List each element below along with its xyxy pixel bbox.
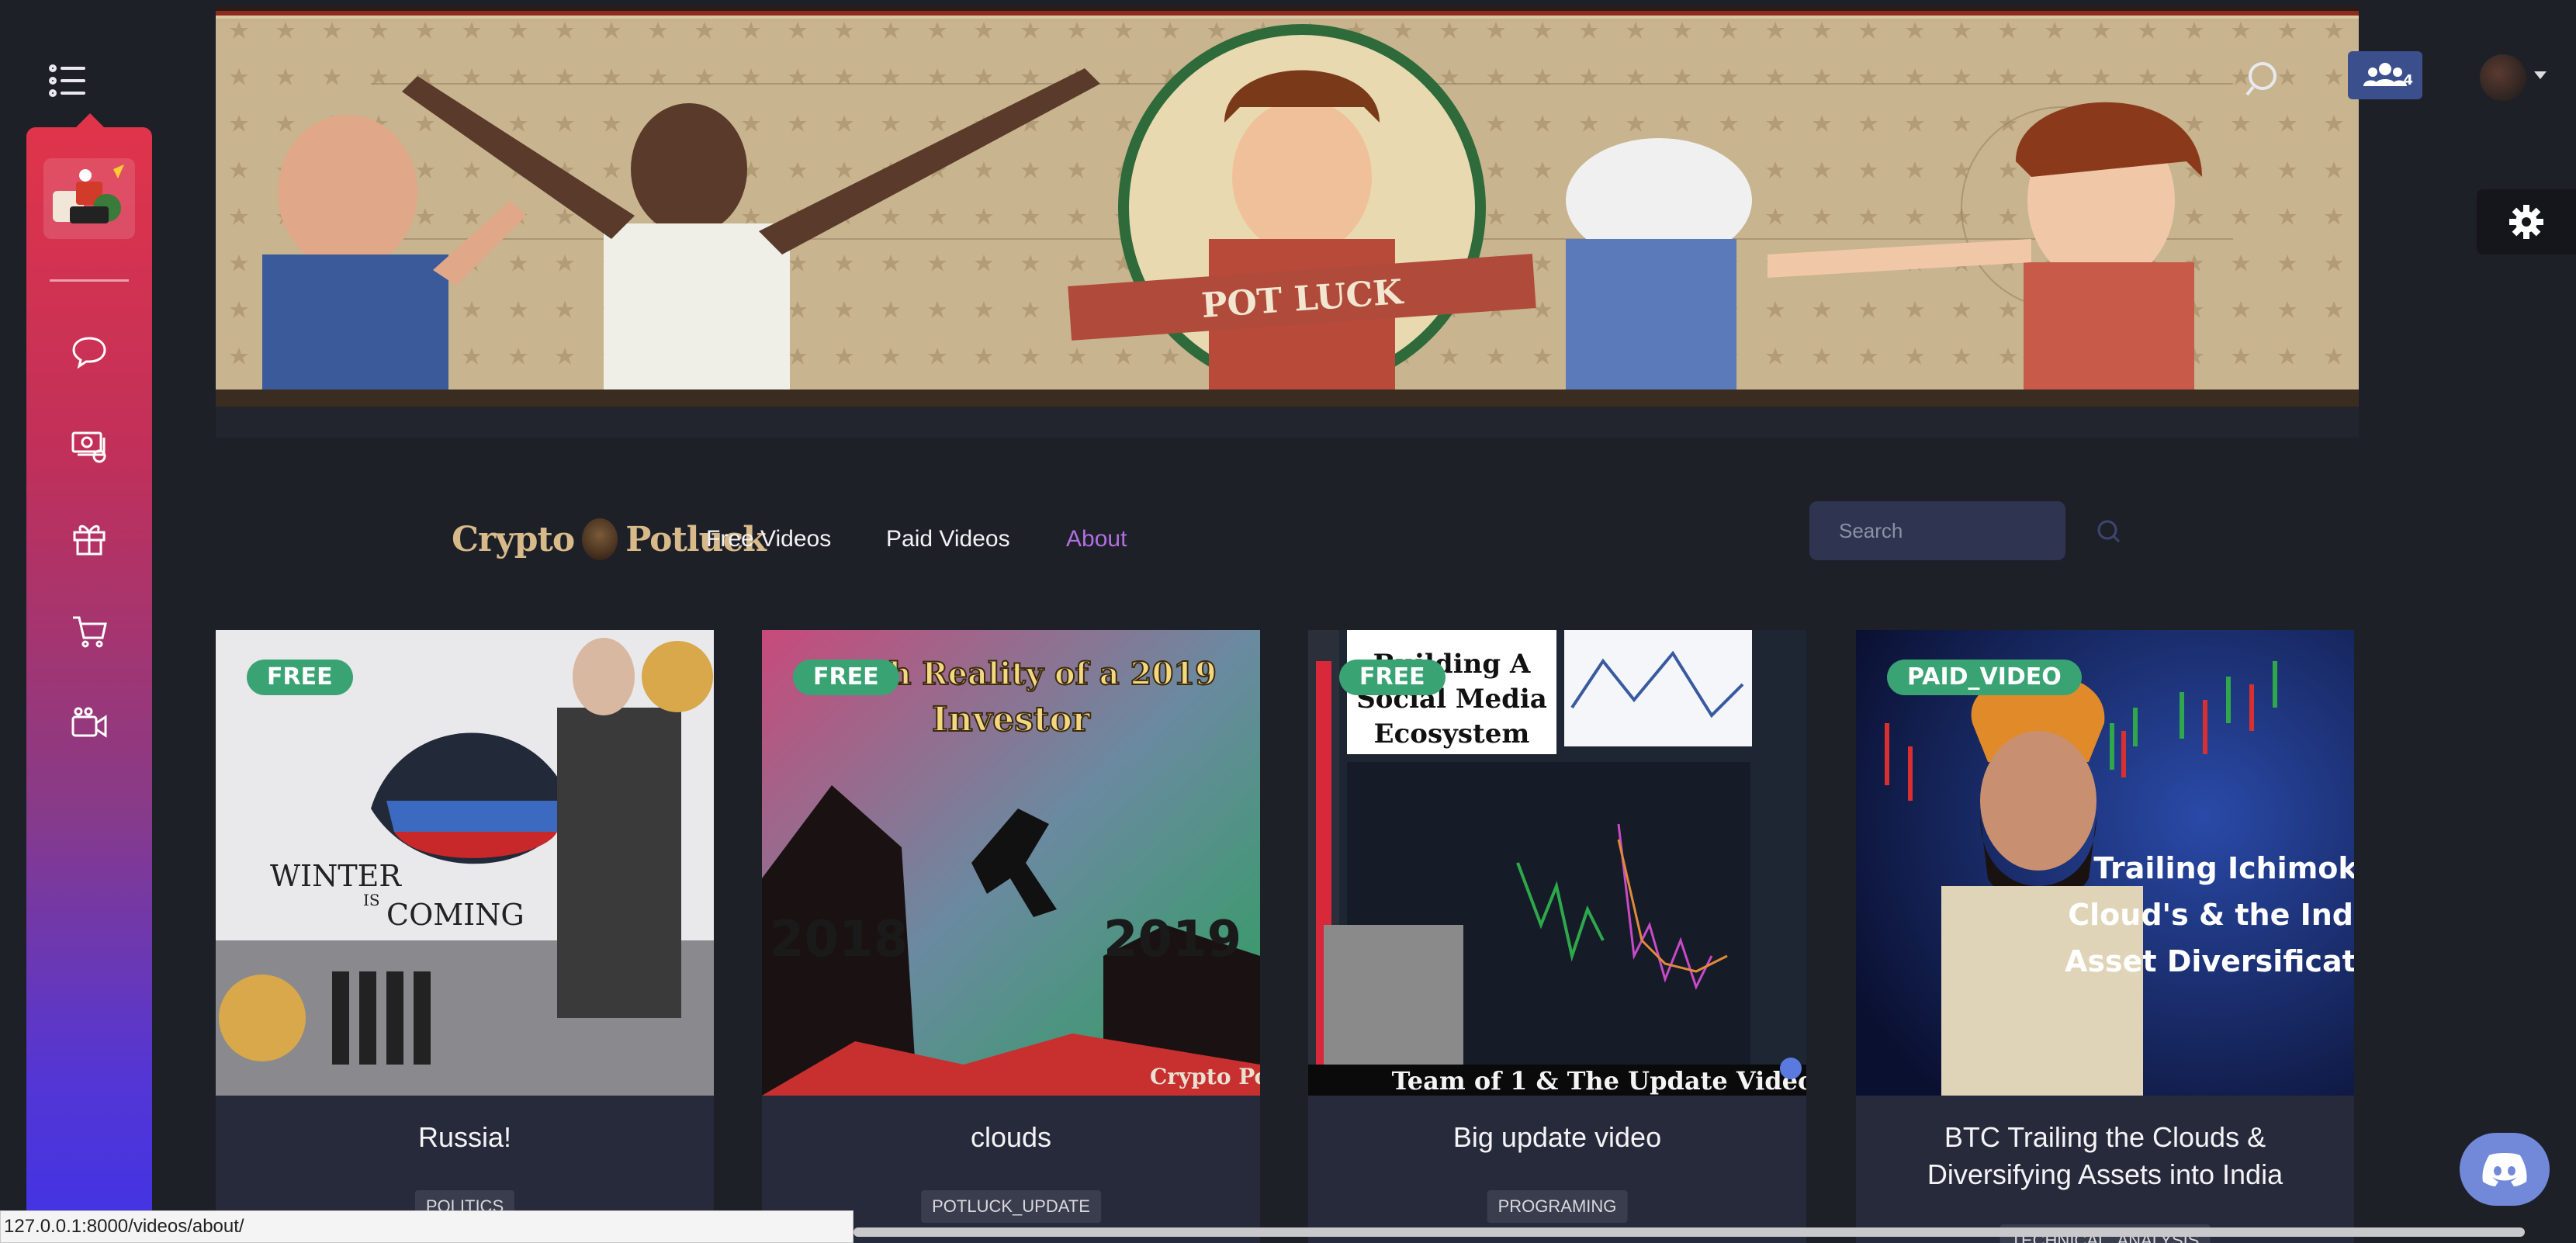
- video-thumbnail[interactable]: Building A Social Media Ecosystem Team o…: [1308, 630, 1806, 1096]
- thumb-text: Cloud's & the Indian: [2068, 898, 2354, 932]
- free-badge: FREE: [1339, 660, 1446, 695]
- paid-video-badge: PAID_VIDEO: [1887, 660, 2082, 695]
- nav-about[interactable]: About: [1066, 526, 1127, 552]
- settings-button[interactable]: [2477, 189, 2576, 254]
- browser-status-url: 127.0.0.1:8000/videos/about/: [0, 1210, 853, 1243]
- sidebar-divider: [50, 279, 129, 282]
- video-camera-icon[interactable]: [70, 705, 109, 743]
- thumb-text: Investor: [932, 700, 1091, 739]
- chevron-down-icon[interactable]: [2534, 71, 2547, 79]
- cart-icon[interactable]: [70, 611, 109, 650]
- gift-icon[interactable]: [70, 518, 109, 557]
- thumb-text: COMING: [386, 898, 525, 932]
- video-card[interactable]: WINTER IS COMING FREE Russia! POLITICS: [216, 630, 714, 1243]
- thumb-text: WINTER: [270, 859, 402, 893]
- avatar[interactable]: [2480, 54, 2526, 101]
- thumb-text: Asset Diversification: [2065, 944, 2354, 978]
- video-thumbnail[interactable]: Harsh Reality of a 2019 Investor 2018 20…: [762, 630, 1260, 1096]
- free-badge: FREE: [247, 660, 353, 695]
- thumb-text: IS: [363, 891, 380, 909]
- banner-footer: [216, 407, 2359, 438]
- discord-icon: [2482, 1153, 2527, 1186]
- category-tag[interactable]: PROGRAMING: [1487, 1190, 1628, 1223]
- gear-icon: [2509, 205, 2543, 239]
- friends-button[interactable]: 4: [2348, 51, 2422, 99]
- chat-icon[interactable]: [70, 332, 109, 371]
- search-icon[interactable]: [2242, 57, 2286, 101]
- video-card[interactable]: Trailing Ichimoku Cloud's & the Indian A…: [1856, 630, 2354, 1243]
- search-input[interactable]: [1809, 501, 2065, 560]
- potluck-logo-icon: [582, 518, 618, 560]
- thumb-text: Trailing Ichimoku: [2093, 851, 2354, 885]
- sidebar: [26, 113, 152, 1243]
- video-thumbnail[interactable]: Trailing Ichimoku Cloud's & the Indian A…: [1856, 630, 2354, 1096]
- nav-paid-videos[interactable]: Paid Videos: [886, 526, 1010, 552]
- video-title[interactable]: BTC Trailing the Clouds & Diversifying A…: [1871, 1119, 2339, 1193]
- video-title[interactable]: Big update video: [1324, 1119, 1791, 1156]
- category-tag[interactable]: POTLUCK_UPDATE: [921, 1190, 1101, 1223]
- video-card[interactable]: Harsh Reality of a 2019 Investor 2018 20…: [762, 630, 1260, 1243]
- free-badge: FREE: [793, 660, 899, 695]
- video-card[interactable]: Building A Social Media Ecosystem Team o…: [1308, 630, 1806, 1243]
- menu-toggle-icon[interactable]: [47, 62, 90, 99]
- nav-free-videos[interactable]: Free Videos: [706, 526, 831, 552]
- sidebar-logo[interactable]: [43, 158, 135, 239]
- money-stack-icon[interactable]: [70, 425, 109, 464]
- search-submit-icon[interactable]: [2095, 518, 2121, 545]
- discord-button[interactable]: [2460, 1133, 2550, 1206]
- horizontal-scrollbar[interactable]: [853, 1227, 2525, 1237]
- thumb-text: 2018: [770, 911, 908, 968]
- thumb-text: Crypto Potluck: [1150, 1064, 1260, 1089]
- thumb-text: Team of 1 & The Update Video: [1392, 1066, 1806, 1096]
- video-thumbnail[interactable]: WINTER IS COMING: [216, 630, 714, 1096]
- users-icon: [2363, 63, 2407, 86]
- thumb-text: 2019: [1103, 911, 1241, 968]
- friends-count: 4: [2403, 72, 2413, 88]
- hero-banner: POT LUCK: [216, 6, 2359, 407]
- thumb-text: Ecosystem: [1374, 718, 1530, 750]
- video-title[interactable]: clouds: [777, 1119, 1245, 1156]
- brand-text-first: Crypto: [452, 519, 575, 559]
- video-title[interactable]: Russia!: [231, 1119, 698, 1156]
